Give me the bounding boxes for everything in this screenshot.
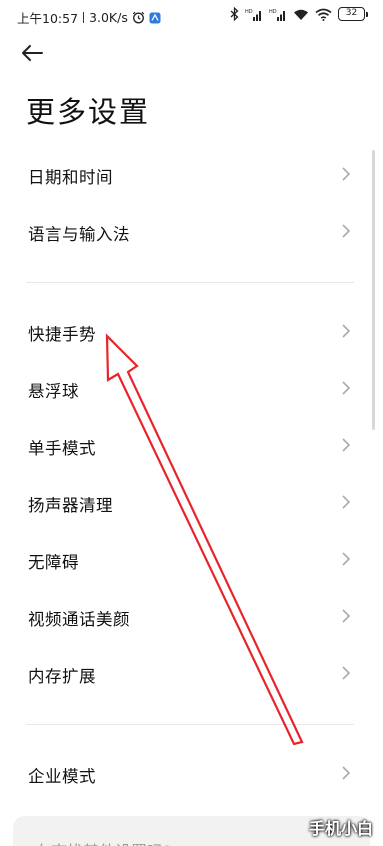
back-button[interactable] — [20, 40, 54, 70]
watermark: 手机小白 — [308, 819, 373, 838]
settings-row-video-call-beauty[interactable]: 视频通话美颜 — [0, 590, 383, 646]
settings-row-language-input[interactable]: 语言与输入法 — [0, 205, 383, 261]
settings-row-quick-gestures[interactable]: 快捷手势 — [0, 305, 383, 361]
section-divider — [26, 282, 354, 283]
status-right: HD HD 32 — [230, 7, 368, 21]
settings-row-one-handed-mode[interactable]: 单手模式 — [0, 419, 383, 475]
back-arrow-icon[interactable] — [20, 44, 44, 66]
row-label: 无障碍 — [28, 553, 79, 572]
search-card-text: 在查找其他设置吗? — [35, 838, 172, 846]
battery-icon: 32 — [338, 7, 368, 21]
hd-signal-icon: HD — [245, 8, 263, 21]
network-speed: 3.0K/s — [89, 10, 128, 25]
chevron-right-icon — [341, 166, 351, 186]
chevron-right-icon — [341, 665, 351, 685]
chevron-right-icon — [341, 323, 351, 343]
bluetooth-icon — [230, 7, 239, 21]
wifi-icon — [315, 8, 332, 21]
row-label: 快捷手势 — [28, 325, 96, 344]
app-notification-icon — [149, 12, 161, 24]
settings-row-speaker-cleaning[interactable]: 扬声器清理 — [0, 476, 383, 532]
chevron-right-icon — [341, 608, 351, 628]
alarm-icon — [132, 11, 145, 24]
settings-row-date-time[interactable]: 日期和时间 — [0, 148, 383, 204]
status-bar: 上午10:57 3.0K/s HD HD 32 — [0, 0, 383, 32]
chevron-right-icon — [341, 494, 351, 514]
row-label: 视频通话美颜 — [28, 610, 130, 629]
hd-signal-icon: HD — [269, 8, 287, 21]
chevron-right-icon — [341, 223, 351, 243]
row-label: 悬浮球 — [28, 382, 79, 401]
page-title: 更多设置 — [26, 95, 151, 129]
row-label: 扬声器清理 — [28, 496, 113, 515]
svg-text:HD: HD — [245, 9, 253, 15]
chevron-right-icon — [341, 551, 351, 571]
status-separator — [83, 12, 85, 23]
chevron-right-icon — [341, 437, 351, 457]
row-label: 语言与输入法 — [28, 225, 130, 244]
settings-row-accessibility[interactable]: 无障碍 — [0, 533, 383, 589]
section-divider — [26, 724, 354, 725]
chevron-right-icon — [341, 380, 351, 400]
status-time: 上午10:57 — [17, 11, 79, 26]
status-left: 上午10:57 3.0K/s — [17, 8, 161, 27]
row-label: 企业模式 — [28, 767, 96, 786]
svg-text:HD: HD — [269, 9, 277, 15]
settings-row-floating-ball[interactable]: 悬浮球 — [0, 362, 383, 418]
chevron-right-icon — [341, 765, 351, 785]
wifi-call-icon — [293, 8, 309, 21]
settings-row-memory-extension[interactable]: 内存扩展 — [0, 647, 383, 703]
row-label: 单手模式 — [28, 439, 96, 458]
row-label: 内存扩展 — [28, 667, 96, 686]
row-label: 日期和时间 — [28, 168, 113, 187]
settings-row-enterprise-mode[interactable]: 企业模式 — [0, 747, 383, 803]
